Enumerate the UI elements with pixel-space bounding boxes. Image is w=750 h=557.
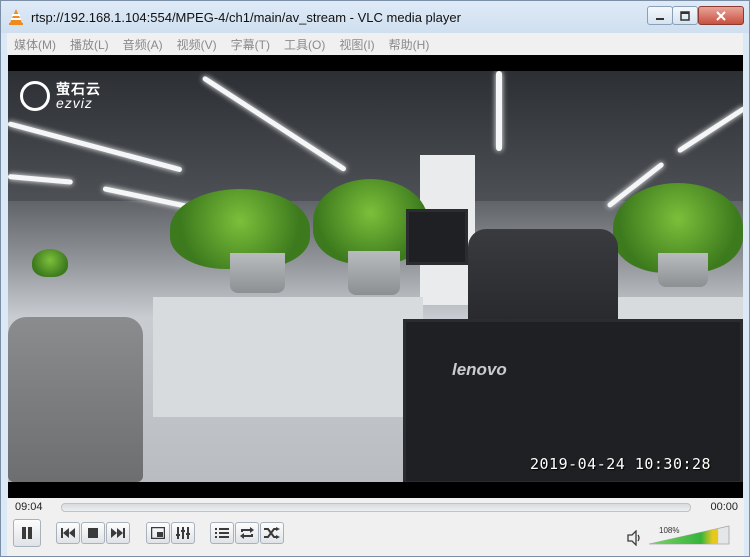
menu-media[interactable]: 媒体(M) — [7, 36, 63, 53]
seek-slider[interactable] — [61, 503, 691, 512]
plant — [32, 249, 68, 277]
playlist-button[interactable] — [210, 522, 234, 544]
window-title: rtsp://192.168.1.104:554/MPEG-4/ch1/main… — [31, 10, 461, 25]
plant-pot — [230, 253, 285, 293]
speaker-icon[interactable] — [627, 530, 643, 546]
ezviz-logo-icon — [20, 81, 50, 111]
osd-timestamp: 2019-04-24 10:30:28 — [530, 455, 712, 473]
monitor-brand-label: lenovo — [452, 360, 507, 379]
menu-audio[interactable]: 音频(A) — [116, 36, 170, 53]
seek-row: 09:04 00:00 — [7, 498, 744, 516]
logo-text-en: ezviz — [56, 95, 93, 111]
next-button[interactable] — [106, 522, 130, 544]
next-icon — [111, 528, 125, 538]
volume-percent: 108% — [659, 526, 680, 535]
background-monitor — [406, 209, 468, 265]
menu-subtitle[interactable]: 字幕(T) — [224, 36, 277, 53]
close-button[interactable] — [698, 6, 744, 25]
playlist-icon — [215, 528, 229, 538]
plant-pot — [348, 251, 400, 295]
total-time[interactable]: 00:00 — [710, 501, 738, 513]
fullscreen-icon — [151, 527, 165, 539]
vlc-cone-icon — [9, 9, 23, 25]
minimize-icon — [656, 17, 664, 20]
loop-button[interactable] — [235, 522, 259, 544]
controls-bar: 108% — [7, 516, 744, 556]
close-icon — [716, 10, 726, 21]
stop-button[interactable] — [81, 522, 105, 544]
mesh-chair — [8, 317, 143, 482]
elapsed-time[interactable]: 09:04 — [15, 501, 43, 513]
desk — [153, 297, 423, 417]
vlc-window: rtsp://192.168.1.104:554/MPEG-4/ch1/main… — [0, 0, 750, 557]
video-frame — [8, 71, 743, 482]
ceiling-light — [496, 71, 502, 151]
menu-playback[interactable]: 播放(L) — [63, 36, 116, 53]
video-output[interactable]: 萤石云 ezviz lenovo 2019-04-24 10:30:28 — [8, 55, 743, 498]
plant-pot — [658, 253, 708, 287]
menu-help[interactable]: 帮助(H) — [382, 36, 437, 53]
minimize-button[interactable] — [647, 6, 673, 25]
maximize-icon — [680, 10, 690, 21]
previous-icon — [61, 528, 75, 538]
previous-button[interactable] — [56, 522, 80, 544]
pause-button[interactable] — [13, 519, 41, 547]
menu-video[interactable]: 视频(V) — [170, 36, 224, 53]
menu-bar: 媒体(M) 播放(L) 音频(A) 视频(V) 字幕(T) 工具(O) 视图(I… — [7, 33, 743, 55]
pause-icon — [22, 527, 32, 539]
stop-icon — [88, 528, 98, 538]
extended-settings-button[interactable] — [171, 522, 195, 544]
maximize-button[interactable] — [672, 6, 698, 25]
loop-icon — [240, 527, 254, 539]
menu-tools[interactable]: 工具(O) — [277, 36, 332, 53]
shuffle-icon — [264, 527, 280, 539]
shuffle-button[interactable] — [260, 522, 284, 544]
fullscreen-button[interactable] — [146, 522, 170, 544]
equalizer-icon — [176, 527, 190, 539]
menu-view[interactable]: 视图(I) — [332, 36, 381, 53]
title-bar[interactable]: rtsp://192.168.1.104:554/MPEG-4/ch1/main… — [1, 1, 749, 33]
